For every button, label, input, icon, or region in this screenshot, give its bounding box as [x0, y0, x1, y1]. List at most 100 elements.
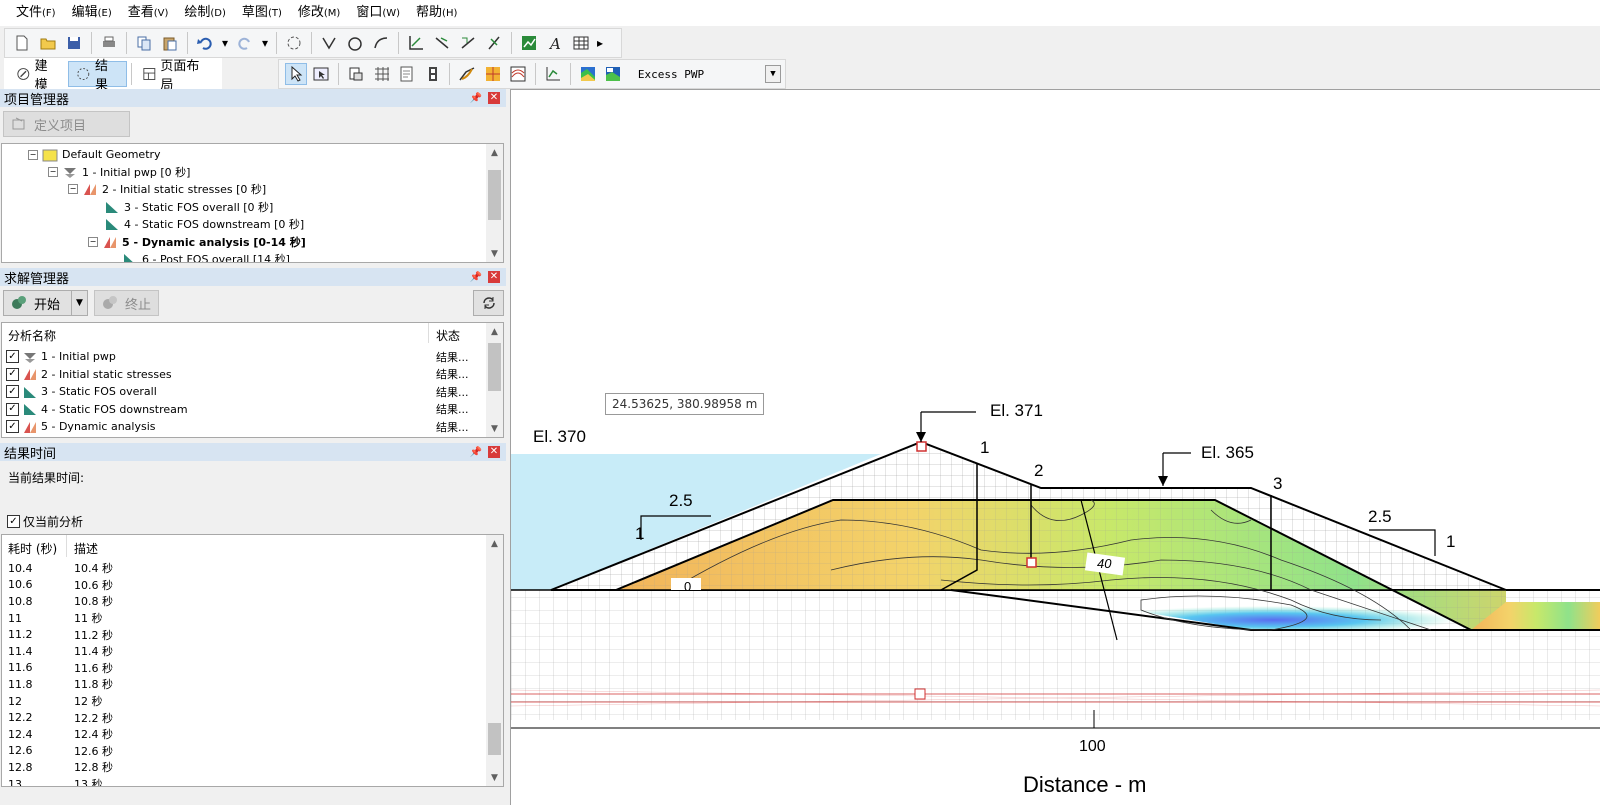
table-icon[interactable] — [570, 32, 592, 54]
chevron-down-icon[interactable]: ▼ — [765, 65, 782, 83]
redo-dropdown-icon[interactable]: ▾ — [260, 32, 270, 54]
pressure-line-icon[interactable] — [483, 32, 505, 54]
tree-item-geometry[interactable]: − Default Geometry — [28, 146, 161, 163]
checkbox-checked-icon[interactable]: ✓ — [6, 402, 19, 416]
redo-icon[interactable] — [234, 32, 256, 54]
table-row[interactable]: 12.4 12.4 秒 — [8, 726, 113, 743]
graph-icon[interactable] — [518, 32, 540, 54]
tree-item-analysis-4[interactable]: 4 - Static FOS downstream [0 秒] — [104, 215, 304, 232]
table-row[interactable]: 12.8 12.8 秒 — [8, 759, 113, 776]
pin-icon[interactable]: 📌 — [470, 272, 482, 283]
collapse-icon[interactable]: − — [48, 166, 58, 177]
solve-row[interactable]: ✓ 2 - Initial static stresses 结果... — [6, 366, 486, 383]
new-file-icon[interactable] — [11, 32, 33, 54]
checkbox-checked-icon[interactable]: ✓ — [6, 385, 19, 399]
tree-item-analysis-2[interactable]: − 2 - Initial static stresses [0 秒] — [68, 180, 266, 197]
scroll-down-icon[interactable]: ▼ — [486, 769, 503, 786]
slip-surface-icon[interactable] — [456, 63, 478, 85]
table-row[interactable]: 11.8 11.8 秒 — [8, 676, 113, 693]
menu-item-3[interactable]: 绘制(D) — [176, 0, 234, 26]
open-folder-icon[interactable] — [37, 32, 59, 54]
contour-legend-icon[interactable] — [577, 63, 599, 85]
result-type-select[interactable]: Excess PWP ▼ — [634, 63, 782, 85]
toolbar-more-icon[interactable]: ▸ — [596, 32, 604, 54]
solve-row[interactable]: ✓ 1 - Initial pwp 结果... — [6, 348, 486, 365]
collapse-icon[interactable]: − — [28, 149, 38, 160]
table-row[interactable]: 12 12 秒 — [8, 693, 103, 710]
checkbox-checked-icon[interactable]: ✓ — [6, 367, 19, 381]
collapse-icon[interactable]: − — [88, 236, 98, 247]
tree-item-analysis-3[interactable]: 3 - Static FOS overall [0 秒] — [104, 198, 273, 215]
table-row[interactable]: 12.6 12.6 秒 — [8, 743, 113, 760]
contour-lines-icon[interactable] — [508, 63, 530, 85]
menu-item-7[interactable]: 帮助(H) — [408, 0, 465, 26]
checkbox-checked-icon[interactable]: ✓ — [6, 350, 19, 363]
draw-arc-icon[interactable] — [370, 32, 392, 54]
scroll-up-icon[interactable]: ▲ — [486, 144, 503, 161]
menu-item-6[interactable]: 窗口(W) — [348, 0, 408, 26]
checkbox-checked-icon[interactable]: ✓ — [6, 420, 19, 434]
draw-points-icon[interactable] — [318, 32, 340, 54]
view-result-type-icon[interactable] — [602, 63, 624, 85]
menu-item-0[interactable]: 文件(F) — [8, 0, 64, 26]
project-tree-scrollbar[interactable]: ▲ ▼ — [486, 144, 503, 262]
zoom-region-icon[interactable] — [311, 63, 333, 85]
pin-icon[interactable]: 📌 — [470, 447, 482, 458]
drawing-canvas[interactable]: 24.53625, 380.98958 m El. 370 El. 371 El… — [510, 89, 1600, 805]
table-row[interactable]: 11.2 11.2 秒 — [8, 626, 113, 643]
table-row[interactable]: 10.8 10.8 秒 — [8, 593, 113, 610]
contour-fill-icon[interactable] — [482, 63, 504, 85]
checkbox-checked-icon[interactable]: ✓ — [7, 515, 20, 528]
scroll-thumb[interactable] — [488, 170, 501, 220]
scroll-up-icon[interactable]: ▲ — [486, 323, 503, 340]
start-dropdown-icon[interactable]: ▼ — [71, 291, 87, 315]
close-icon[interactable]: ✕ — [488, 92, 500, 104]
print-icon[interactable] — [98, 32, 120, 54]
table-row[interactable]: 10.4 10.4 秒 — [8, 560, 113, 577]
column-header-status[interactable]: 状态 — [436, 327, 460, 344]
text-label-icon[interactable]: A — [544, 32, 566, 54]
close-icon[interactable]: ✕ — [488, 271, 500, 283]
column-header-name[interactable]: 分析名称 — [8, 327, 56, 344]
tree-item-analysis-6[interactable]: 6 - Post FOS overall [14 秒] — [122, 250, 290, 262]
report-icon[interactable] — [396, 63, 418, 85]
table-row[interactable]: 11.6 11.6 秒 — [8, 660, 113, 677]
solve-list-scrollbar[interactable]: ▲ ▼ — [486, 323, 503, 437]
table-row[interactable]: 10.6 10.6 秒 — [8, 577, 113, 594]
result-time-scrollbar[interactable]: ▲ ▼ — [486, 535, 503, 786]
save-icon[interactable] — [63, 32, 85, 54]
scroll-up-icon[interactable]: ▲ — [486, 535, 503, 552]
only-current-analysis-checkbox[interactable]: ✓ 仅当前分析 — [7, 513, 83, 530]
close-icon[interactable]: ✕ — [488, 446, 500, 458]
pin-icon[interactable]: 📌 — [470, 93, 482, 104]
tree-item-analysis-5[interactable]: − 5 - Dynamic analysis [0-14 秒] — [88, 233, 306, 250]
tree-item-analysis-1[interactable]: − 1 - Initial pwp [0 秒] — [48, 163, 190, 180]
draw-graph-icon[interactable] — [542, 63, 564, 85]
solve-row[interactable]: ✓ 4 - Static FOS downstream 结果... — [6, 401, 486, 418]
table-row[interactable]: 11 11 秒 — [8, 610, 103, 627]
column-header-time[interactable]: 耗时 (秒) — [8, 540, 57, 557]
paste-icon[interactable] — [159, 32, 181, 54]
view-object-icon[interactable] — [345, 63, 367, 85]
results-mode-button[interactable]: 结果 — [68, 59, 127, 93]
table-row[interactable]: 13 13 秒 — [8, 776, 103, 786]
menu-item-1[interactable]: 编辑(E) — [64, 0, 120, 26]
film-icon[interactable] — [422, 63, 444, 85]
sync-button[interactable] — [473, 290, 504, 316]
stop-button[interactable]: 终止 — [94, 290, 159, 316]
copy-icon[interactable] — [133, 32, 155, 54]
scroll-thumb[interactable] — [488, 343, 501, 391]
table-row[interactable]: 12.2 12.2 秒 — [8, 709, 113, 726]
menu-item-4[interactable]: 草图(T) — [234, 0, 290, 26]
build-mode-button[interactable]: 建模 — [8, 59, 66, 93]
slip-grid-icon[interactable] — [457, 32, 479, 54]
undo-icon[interactable] — [194, 32, 216, 54]
solve-row[interactable]: ✓ 3 - Static FOS overall 结果... — [6, 383, 486, 400]
scroll-down-icon[interactable]: ▼ — [486, 420, 503, 437]
slip-entry-icon[interactable] — [431, 32, 453, 54]
column-header-description[interactable]: 描述 — [74, 540, 98, 557]
solve-row[interactable]: ✓ 5 - Dynamic analysis 结果... — [6, 418, 486, 435]
collapse-icon[interactable]: − — [68, 183, 78, 194]
select-pointer-icon[interactable] — [285, 63, 307, 85]
axis-icon[interactable] — [405, 32, 427, 54]
